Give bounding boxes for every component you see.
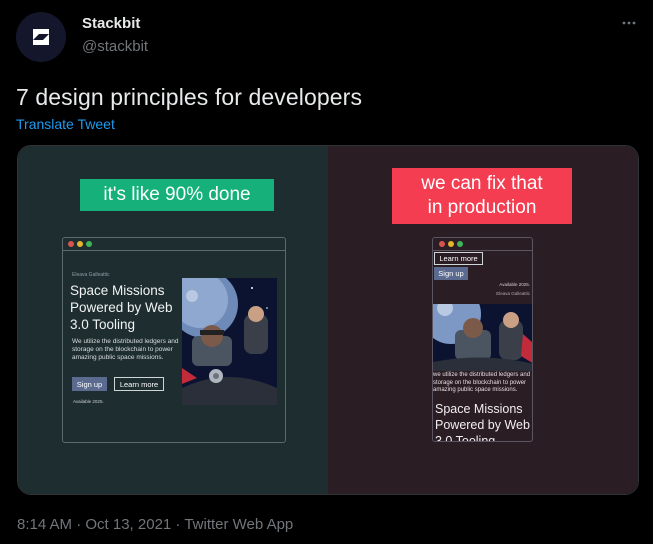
learn-more-button: Learn more [434, 252, 483, 265]
avatar[interactable] [16, 12, 66, 62]
brand-label: Eleava Galleattic [496, 291, 530, 296]
hero-description: we utilize the distributed ledgers and s… [433, 372, 531, 393]
availability-note: Available 2025. [499, 282, 530, 287]
window-close-dot [439, 241, 445, 247]
phone-titlebar [433, 238, 532, 251]
window-minimize-dot [448, 241, 454, 247]
brand-label: Eleava Galleattic [72, 272, 110, 278]
window-close-dot [68, 241, 74, 247]
account-handle[interactable]: @stackbit [82, 38, 148, 55]
media-panel-mobile: we can fix that in production Learn more… [328, 146, 638, 494]
availability-note: Available 2025. [73, 399, 104, 404]
tweet-media[interactable]: it's like 90% done Eleava Galleattic Spa… [17, 145, 639, 495]
window-maximize-dot [86, 241, 92, 247]
window-minimize-dot [77, 241, 83, 247]
browser-titlebar [63, 238, 285, 251]
more-options-button[interactable] [618, 12, 640, 34]
caption-line-2: in production [427, 197, 537, 218]
space-artwork-image [433, 304, 532, 371]
caption-tag-green: it's like 90% done [80, 179, 274, 211]
translate-tweet-link[interactable]: Translate Tweet [16, 116, 115, 132]
hero-title: Space Missions Powered by Web 3.0 Toolin… [70, 283, 173, 332]
signup-button: Sign up [72, 377, 107, 391]
tweet-text: 7 design principles for developers [16, 84, 363, 110]
account-name[interactable]: Stackbit [82, 15, 140, 32]
mobile-browser-mockup: Learn more Sign up Available 2025. Eleav… [432, 237, 533, 442]
caption-line-1: we can fix that [421, 173, 543, 194]
tweet: Stackbit @stackbit 7 design principles f… [0, 0, 653, 544]
caption-tag-red: we can fix that in production [392, 168, 572, 224]
stackbit-logo-icon [33, 29, 49, 45]
learn-more-button: Learn more [114, 377, 164, 391]
window-maximize-dot [457, 241, 463, 247]
signup-button: Sign up [434, 267, 468, 280]
hero-title: Space Missions Powered by Web 3.0 Toolin… [435, 402, 530, 442]
desktop-browser-mockup: Eleava Galleattic Space Missions Powered… [62, 237, 286, 443]
space-artwork-image [182, 278, 277, 405]
hero-description: We utilize the distributed ledgers and s… [72, 338, 179, 361]
tweet-timestamp[interactable]: 8:14 AM · Oct 13, 2021 · Twitter Web App [17, 516, 293, 533]
ellipsis-icon [622, 21, 636, 25]
media-panel-desktop: it's like 90% done Eleava Galleattic Spa… [18, 146, 328, 494]
